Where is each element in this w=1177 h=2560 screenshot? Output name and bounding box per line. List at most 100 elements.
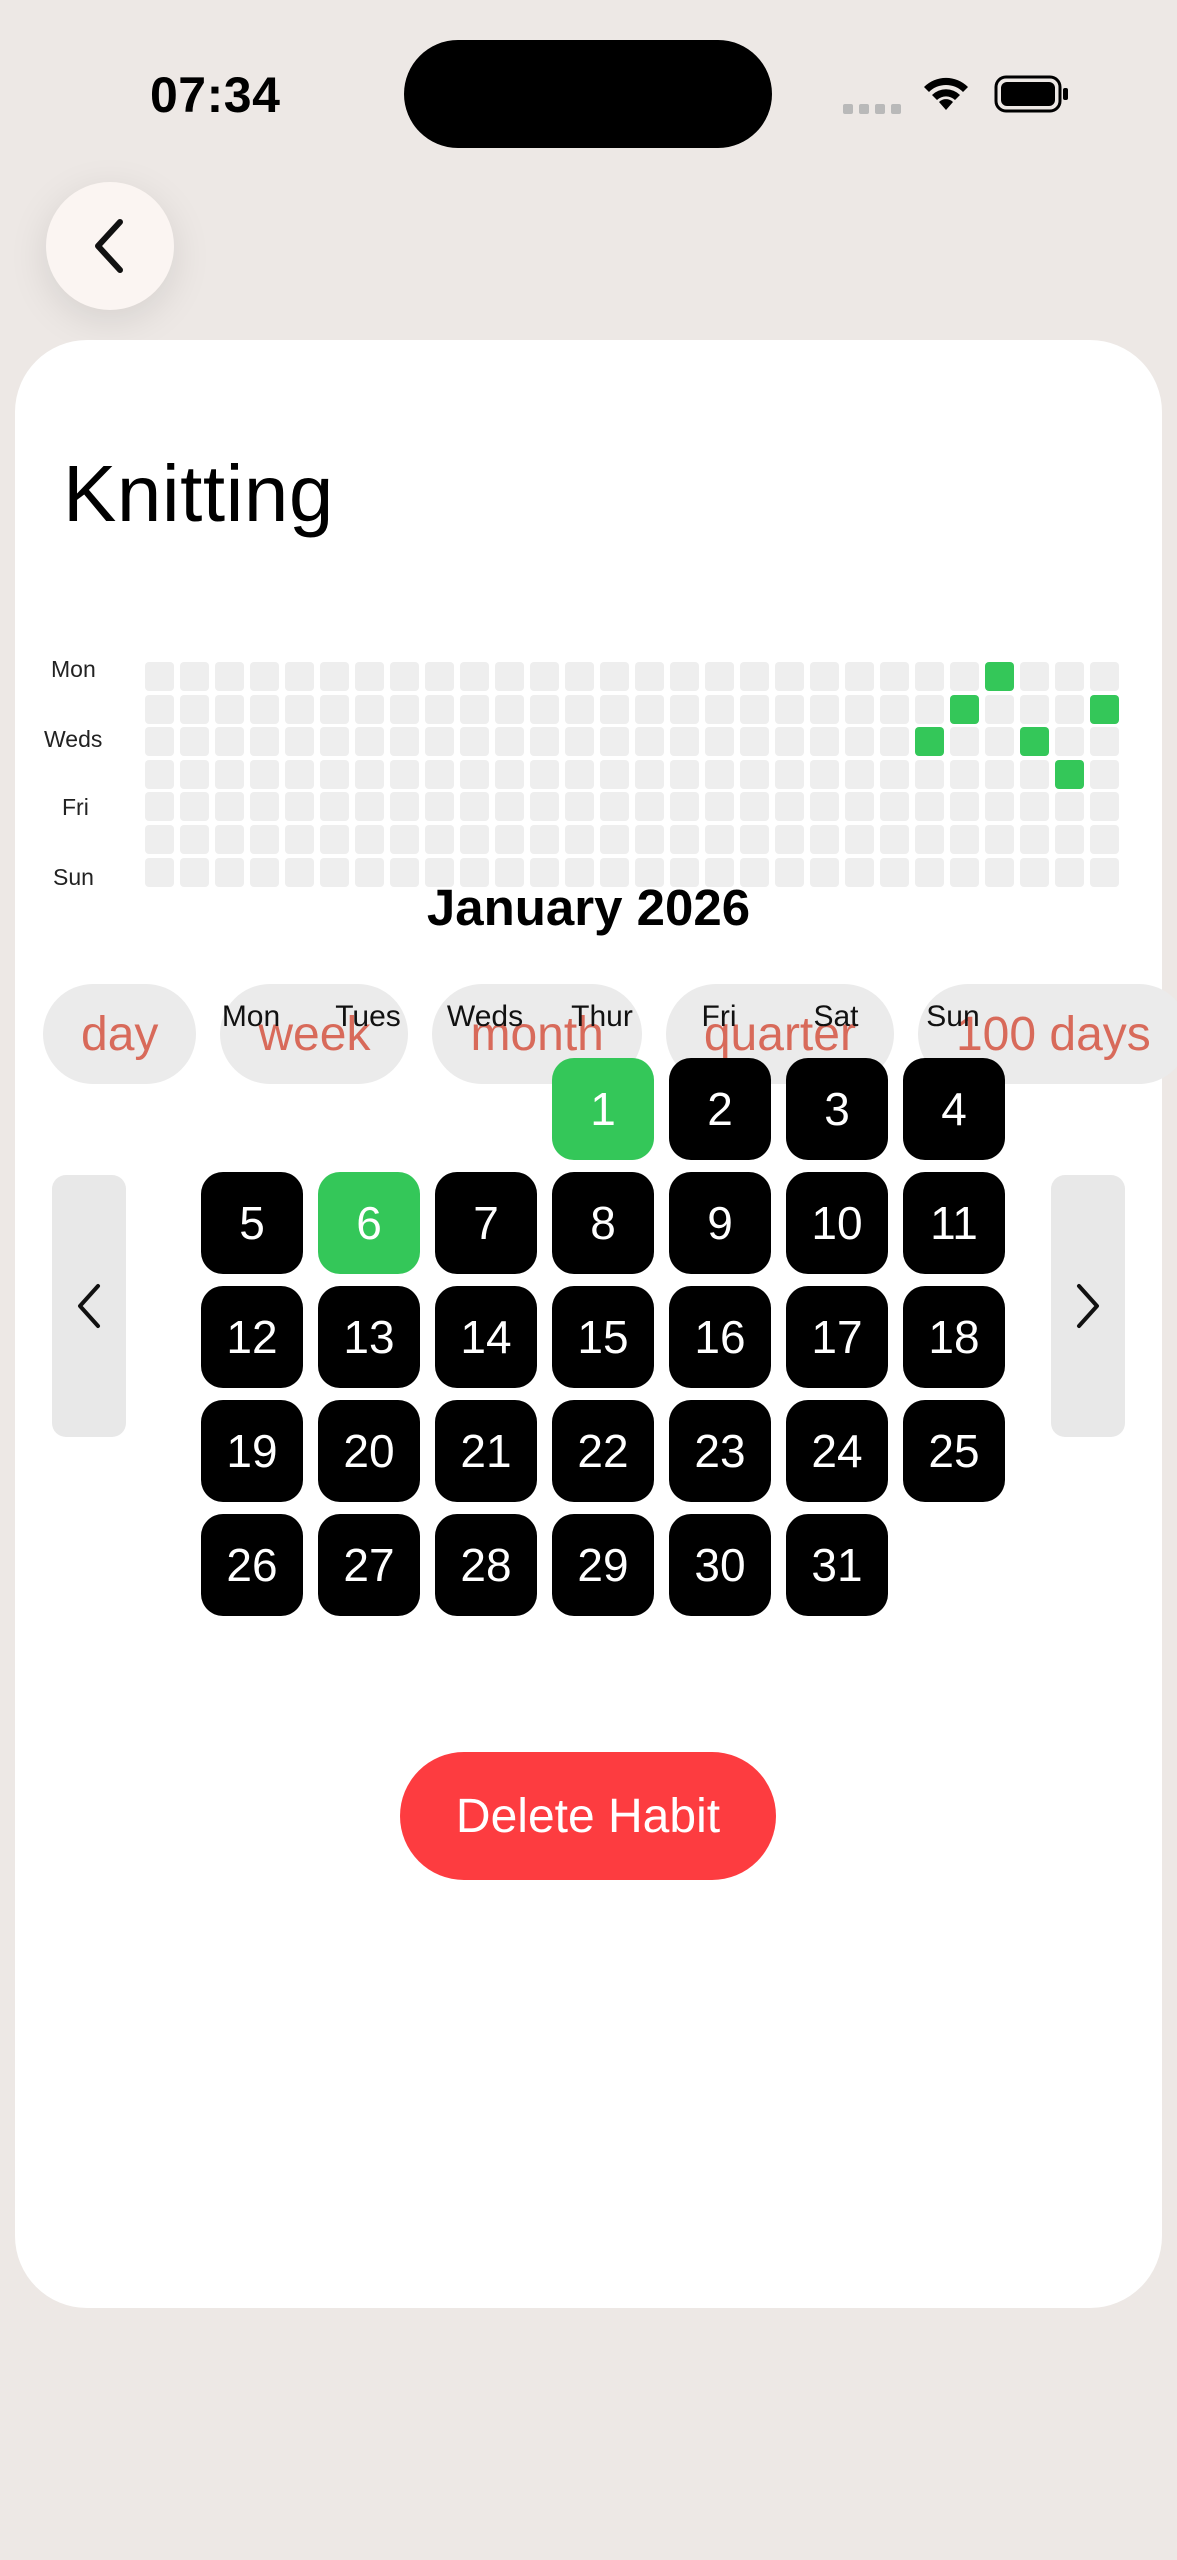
heatmap-cell <box>460 727 489 757</box>
calendar-day[interactable]: 13 <box>318 1286 420 1388</box>
calendar-day[interactable]: 24 <box>786 1400 888 1502</box>
calendar-day[interactable]: 6 <box>318 1172 420 1274</box>
heatmap-cell <box>740 759 769 789</box>
heatmap-cell <box>705 792 734 822</box>
heatmap-cell <box>250 792 279 822</box>
heatmap-cell <box>285 792 314 822</box>
heatmap-cell <box>460 792 489 822</box>
heatmap-cell <box>985 727 1014 757</box>
heatmap-cell <box>810 694 839 724</box>
heatmap-cell <box>180 824 209 854</box>
calendar-day[interactable]: 8 <box>552 1172 654 1274</box>
calendar-day[interactable]: 22 <box>552 1400 654 1502</box>
heatmap-cell <box>1055 662 1084 691</box>
calendar-day[interactable]: 1 <box>552 1058 654 1160</box>
heatmap-cell <box>670 824 699 854</box>
heatmap-cell <box>355 694 384 724</box>
heatmap-cell <box>775 694 804 724</box>
calendar-day[interactable]: 5 <box>201 1172 303 1274</box>
calendar-day[interactable]: 27 <box>318 1514 420 1616</box>
heatmap-cell <box>1055 824 1084 854</box>
heatmap-cell <box>355 824 384 854</box>
heatmap-cell <box>390 727 419 757</box>
heatmap-cell <box>950 824 979 854</box>
heatmap-cell <box>1090 824 1119 854</box>
heatmap-cell <box>845 824 874 854</box>
calendar-day[interactable]: 31 <box>786 1514 888 1616</box>
heatmap-cell <box>985 824 1014 854</box>
heatmap-cell <box>180 727 209 757</box>
activity-heatmap <box>145 662 1119 887</box>
calendar-day[interactable]: 17 <box>786 1286 888 1388</box>
heatmap-cell <box>845 694 874 724</box>
heatmap-cell <box>495 759 524 789</box>
calendar-day[interactable]: 10 <box>786 1172 888 1274</box>
calendar-day[interactable]: 11 <box>903 1172 1005 1274</box>
calendar-day[interactable]: 12 <box>201 1286 303 1388</box>
calendar-day[interactable]: 2 <box>669 1058 771 1160</box>
heatmap-cell <box>670 694 699 724</box>
wifi-icon <box>924 77 968 110</box>
calendar-day[interactable]: 28 <box>435 1514 537 1616</box>
heatmap-cell <box>1090 662 1119 691</box>
heatmap-label-weds: Weds <box>44 726 103 752</box>
calendar-day[interactable]: 18 <box>903 1286 1005 1388</box>
weekday-fri: Fri <box>701 1000 737 1033</box>
heatmap-cell <box>390 694 419 724</box>
weekday-sun: Sun <box>926 1000 980 1033</box>
heatmap-cell <box>355 759 384 789</box>
heatmap-cell <box>880 824 909 854</box>
delete-habit-button[interactable]: Delete Habit <box>400 1752 776 1880</box>
calendar-day[interactable]: 9 <box>669 1172 771 1274</box>
heatmap-cell <box>565 727 594 757</box>
previous-month-button[interactable] <box>52 1175 126 1437</box>
calendar-day[interactable]: 23 <box>669 1400 771 1502</box>
next-month-button[interactable] <box>1051 1175 1125 1437</box>
calendar-day[interactable]: 4 <box>903 1058 1005 1160</box>
heatmap-cell <box>775 662 804 691</box>
heatmap-cell <box>285 824 314 854</box>
heatmap-cell <box>600 662 629 691</box>
calendar-day[interactable]: 14 <box>435 1286 537 1388</box>
calendar-day[interactable]: 25 <box>903 1400 1005 1502</box>
heatmap-cell <box>250 759 279 789</box>
heatmap-cell <box>1055 792 1084 822</box>
period-pill-day[interactable]: day <box>43 984 197 1084</box>
heatmap-cell <box>565 792 594 822</box>
calendar-day[interactable]: 19 <box>201 1400 303 1502</box>
chevron-right-icon <box>1077 1284 1099 1328</box>
heatmap-cell <box>915 824 944 854</box>
heatmap-cell <box>985 662 1014 691</box>
heatmap-cell <box>565 759 594 789</box>
heatmap-cell <box>355 662 384 691</box>
calendar-day[interactable]: 7 <box>435 1172 537 1274</box>
calendar-day[interactable]: 30 <box>669 1514 771 1616</box>
calendar-day[interactable]: 26 <box>201 1514 303 1616</box>
heatmap-cell <box>215 727 244 757</box>
heatmap-cell <box>565 662 594 691</box>
heatmap-cell <box>775 824 804 854</box>
heatmap-cell <box>1020 759 1049 789</box>
calendar-day[interactable]: 20 <box>318 1400 420 1502</box>
calendar-day[interactable]: 29 <box>552 1514 654 1616</box>
heatmap-cell <box>250 824 279 854</box>
back-button[interactable] <box>46 182 174 310</box>
heatmap-cell <box>705 759 734 789</box>
heatmap-cell <box>180 662 209 691</box>
calendar-day[interactable]: 3 <box>786 1058 888 1160</box>
heatmap-cell <box>1020 662 1049 691</box>
heatmap-cell <box>740 662 769 691</box>
heatmap-cell <box>530 662 559 691</box>
dynamic-island <box>404 40 772 148</box>
heatmap-cell <box>425 727 454 757</box>
heatmap-cell <box>845 759 874 789</box>
calendar-day[interactable]: 21 <box>435 1400 537 1502</box>
heatmap-cell <box>775 792 804 822</box>
heatmap-cell <box>950 759 979 789</box>
calendar-day[interactable]: 16 <box>669 1286 771 1388</box>
calendar-day[interactable]: 15 <box>552 1286 654 1388</box>
heatmap-cell <box>145 824 174 854</box>
heatmap-cell <box>460 824 489 854</box>
weekday-sat: Sat <box>813 1000 859 1033</box>
heatmap-cell <box>1055 727 1084 757</box>
